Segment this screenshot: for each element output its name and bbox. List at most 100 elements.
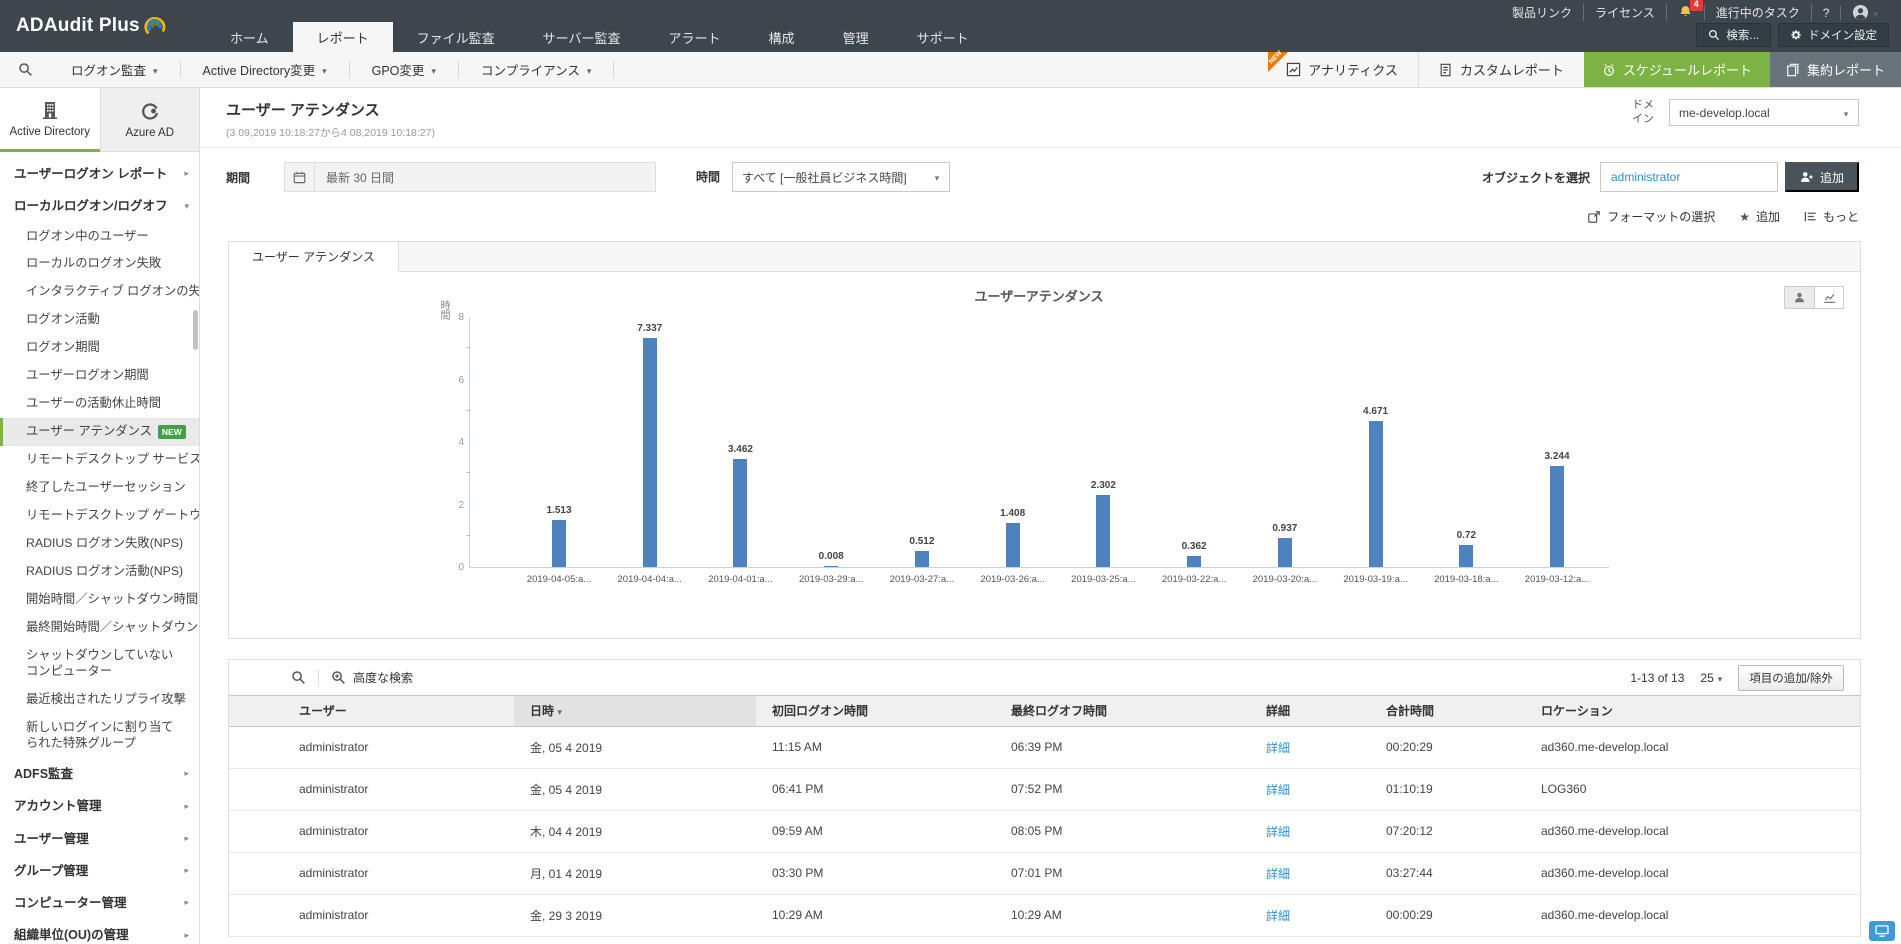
feedback-icon[interactable] (1869, 921, 1895, 941)
sidebar-menu-item[interactable]: ユーザーログオン レポート (0, 158, 199, 190)
chart-bar[interactable] (1096, 495, 1110, 567)
running-tasks-link[interactable]: 進行中のタスク (1705, 4, 1812, 21)
nav-tab[interactable]: 構成 (745, 22, 819, 52)
sidebar-menu-item[interactable]: コンピューター管理 (0, 887, 199, 919)
sidebar-menu-item[interactable]: ADFS監査 (0, 758, 199, 790)
nav-tab[interactable]: アラート (645, 22, 745, 52)
chart-bar[interactable] (1459, 545, 1473, 568)
column-header-datetime[interactable]: 日時 (514, 696, 756, 726)
sidebar-menu-item[interactable]: グループ管理 (0, 855, 199, 887)
sidebar-menu-item[interactable]: RADIUS ログオン活動(NPS) (0, 558, 199, 586)
report-category-menu[interactable]: ログオン監査 (49, 61, 181, 78)
column-header-last-logoff[interactable]: 最終ログオフ時間 (995, 696, 1250, 726)
column-header-first-logon[interactable]: 初回ログオン時間 (756, 696, 995, 726)
chevron-down-icon (431, 63, 436, 77)
chart-bar[interactable] (1006, 523, 1020, 567)
sidebar-menu-item[interactable]: ユーザーの活動休止時間 (0, 390, 199, 418)
chart-bar[interactable] (1550, 466, 1564, 567)
domain-settings-button[interactable]: ドメイン設定 (1778, 23, 1889, 47)
sidebar-menu-item[interactable]: シャットダウンしていないコンピューター (0, 642, 199, 686)
report-category-menu[interactable]: コンプライアンス (459, 61, 614, 78)
sidebar-menu-item[interactable]: 開始時間／シャットダウン時間 (0, 586, 199, 614)
sidebar-menu-item[interactable]: ローカルのログオン失敗 (0, 250, 199, 278)
add-favorite-button[interactable]: 追加 (1739, 208, 1780, 225)
sidebar-menu-item[interactable]: 最近検出されたリプライ攻撃 (0, 686, 199, 714)
schedule-report-button[interactable]: スケジュールレポート (1584, 52, 1770, 87)
object-input[interactable]: administrator (1600, 162, 1778, 192)
hours-select[interactable]: すべて [一般社員ビジネス時間] (732, 162, 950, 192)
sidebar-menu-item[interactable]: リモートデスクトップ ゲートウェイ (0, 502, 199, 530)
column-header-total-time[interactable]: 合計時間 (1370, 696, 1525, 726)
add-remove-columns-button[interactable]: 項目の追加/除外 (1738, 665, 1844, 691)
sidebar-menu-item[interactable]: 組織単位(OU)の管理 (0, 919, 199, 944)
nav-tab[interactable]: サーバー監査 (519, 22, 645, 52)
sidebar-menu-item[interactable]: ローカルログオン/ログオフ (0, 190, 199, 222)
nav-tab[interactable]: レポート (293, 22, 393, 52)
sidebar-menu-item[interactable]: 終了したユーザーセッション (0, 474, 199, 502)
column-header-location[interactable]: ロケーション (1525, 696, 1860, 726)
nav-tab[interactable]: サポート (893, 22, 993, 52)
details-link[interactable]: 詳細 (1266, 867, 1290, 881)
period-input[interactable]: 最新 30 日間 (284, 162, 656, 192)
report-category-menu[interactable]: GPO変更 (350, 61, 459, 78)
sidebar-menu-item[interactable]: ユーザー アテンダンス NEW (0, 418, 199, 446)
table-search-icon[interactable] (291, 670, 306, 685)
advanced-search-icon[interactable] (331, 670, 346, 685)
more-button[interactable]: もっと (1804, 208, 1859, 225)
choose-format-button[interactable]: フォーマットの選択 (1587, 208, 1715, 225)
custom-report-button[interactable]: カスタムレポート (1418, 52, 1584, 87)
table-row: administrator 金, 29 3 2019 10:29 AM 10:2… (229, 894, 1860, 936)
sidebar-menu-item[interactable]: リモートデスクトップ サービス活動 (0, 446, 199, 474)
sidebar-menu-item[interactable]: RADIUS ログオン失敗(NPS) (0, 530, 199, 558)
tab-active-directory[interactable]: Active Directory (0, 88, 100, 152)
column-header-details[interactable]: 詳細 (1250, 696, 1370, 726)
chart-bar[interactable] (1369, 421, 1383, 567)
chart-bar[interactable] (733, 459, 747, 567)
nav-tab[interactable]: 管理 (819, 22, 893, 52)
user-view-button[interactable] (1784, 286, 1814, 309)
advanced-search-label[interactable]: 高度な検索 (353, 669, 413, 686)
global-search-button[interactable]: 検索... (1696, 23, 1771, 47)
cell-total-time: 00:00:29 (1370, 894, 1525, 936)
column-header-user[interactable]: ユーザー (229, 696, 514, 726)
sidebar-menu-item[interactable]: ログオン活動 (0, 306, 199, 334)
nav-tab-label: サーバー監査 (543, 28, 621, 47)
sidebar-menu-item[interactable]: 新しいログインに割り当てられた特殊グループ (0, 714, 199, 758)
sidebar-menu-item[interactable]: 最終開始時間／シャットダウン時間 (0, 614, 199, 642)
nav-tab[interactable]: ファイル監査 (393, 22, 519, 52)
license-link[interactable]: ライセンス (1584, 4, 1667, 21)
sidebar-menu-item[interactable]: インタラクティブ ログオンの失敗 (0, 278, 199, 306)
sidebar-menu-item[interactable]: ログオン中のユーザー (0, 223, 199, 251)
details-link[interactable]: 詳細 (1266, 783, 1290, 797)
sidebar-scrollbar[interactable] (193, 310, 198, 350)
chart-bar[interactable] (915, 551, 929, 567)
add-object-button[interactable]: 追加 (1785, 162, 1859, 192)
tab-azure-ad[interactable]: Azure AD (100, 88, 200, 152)
x-axis-tick-label: 2019-03-29:a... (786, 574, 876, 585)
help-button[interactable]: ? (1812, 6, 1842, 20)
chart-bar[interactable] (1187, 556, 1201, 567)
analytics-button[interactable]: NEW アナリティクス (1266, 52, 1418, 87)
chart-view-button[interactable] (1814, 286, 1844, 309)
details-link[interactable]: 詳細 (1266, 741, 1290, 755)
sidebar-menu-item[interactable]: ユーザーログオン期間 (0, 362, 199, 390)
details-link[interactable]: 詳細 (1266, 909, 1290, 923)
chart-tab-user-attendance[interactable]: ユーザー アテンダンス (229, 242, 399, 272)
product-links-link[interactable]: 製品リンク (1501, 4, 1584, 21)
chart-bar[interactable] (643, 338, 657, 567)
domain-select[interactable]: me-develop.local (1669, 99, 1859, 126)
user-menu-button[interactable] (1841, 4, 1889, 21)
report-search-icon[interactable] (18, 62, 33, 77)
chart-bar[interactable] (1278, 538, 1292, 567)
sidebar-menu-item[interactable]: アカウント管理 (0, 790, 199, 822)
nav-tab[interactable]: ホーム (206, 22, 293, 52)
chart-bar[interactable] (552, 520, 566, 567)
notifications-button[interactable]: 4 (1667, 5, 1705, 20)
page-size-select[interactable]: 25 (1700, 671, 1722, 685)
aggregate-report-button[interactable]: 集約レポート (1770, 52, 1901, 87)
chart-bar[interactable] (824, 566, 838, 567)
sidebar-menu-item[interactable]: ユーザー管理 (0, 823, 199, 855)
details-link[interactable]: 詳細 (1266, 825, 1290, 839)
report-category-menu[interactable]: Active Directory変更 (181, 61, 350, 78)
sidebar-menu-item[interactable]: ログオン期間 (0, 334, 199, 362)
